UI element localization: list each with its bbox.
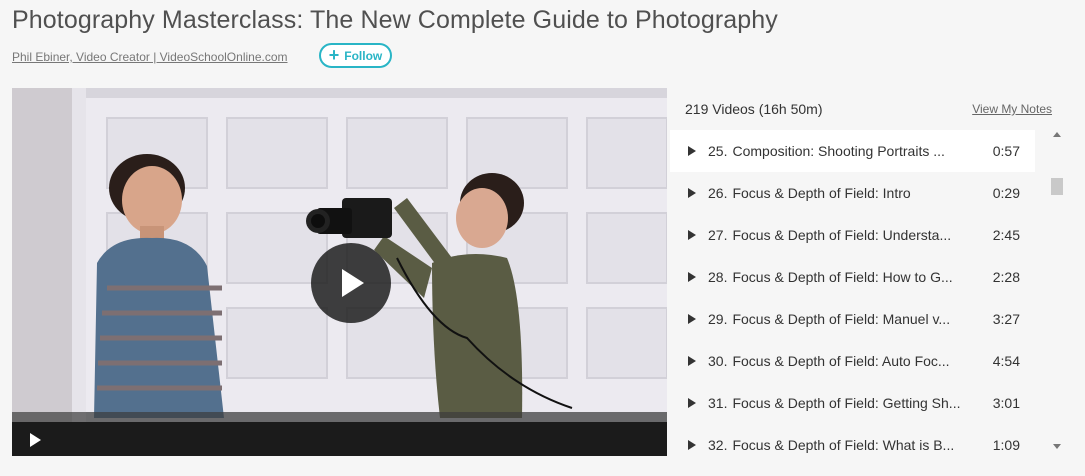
play-button-icon[interactable] xyxy=(30,433,41,447)
item-number: 29. xyxy=(708,311,728,327)
play-triangle-icon xyxy=(688,440,696,450)
list-item[interactable]: 32. Focus & Depth of Field: What is B...… xyxy=(670,424,1035,466)
item-number: 30. xyxy=(708,353,728,369)
playlist-scrollbar[interactable] xyxy=(1050,130,1064,456)
follow-button[interactable]: + Follow xyxy=(319,43,392,68)
item-duration: 2:28 xyxy=(992,269,1020,285)
play-icon[interactable] xyxy=(311,243,391,323)
progress-bar[interactable] xyxy=(12,412,667,422)
list-item[interactable]: 28. Focus & Depth of Field: How to G... … xyxy=(670,256,1035,298)
item-title: Composition: Shooting Portraits ... xyxy=(732,143,945,159)
item-title: Focus & Depth of Field: Getting Sh... xyxy=(732,395,961,411)
follow-label: Follow xyxy=(344,48,383,63)
list-item[interactable]: 26. Focus & Depth of Field: Intro 0:29 xyxy=(670,172,1035,214)
video-player[interactable] xyxy=(12,88,667,456)
item-title: Focus & Depth of Field: How to G... xyxy=(732,269,953,285)
scroll-thumb[interactable] xyxy=(1051,178,1063,195)
item-number: 26. xyxy=(708,185,728,201)
course-title: Photography Masterclass: The New Complet… xyxy=(12,6,778,34)
item-title: Focus & Depth of Field: Intro xyxy=(732,185,911,201)
player-controls xyxy=(12,422,667,456)
item-duration: 0:57 xyxy=(992,143,1020,159)
item-number: 31. xyxy=(708,395,728,411)
play-triangle-icon xyxy=(688,272,696,282)
play-triangle-icon xyxy=(688,146,696,156)
item-number: 27. xyxy=(708,227,728,243)
scroll-up-icon[interactable] xyxy=(1053,132,1061,137)
item-title: Focus & Depth of Field: Auto Foc... xyxy=(732,353,950,369)
view-notes-link[interactable]: View My Notes xyxy=(972,102,1052,116)
item-duration: 3:27 xyxy=(992,311,1020,327)
list-item[interactable]: 29. Focus & Depth of Field: Manuel v... … xyxy=(670,298,1035,340)
item-number: 28. xyxy=(708,269,728,285)
video-count: 219 Videos (16h 50m) xyxy=(685,101,823,117)
play-triangle-icon xyxy=(688,230,696,240)
playlist-panel: 219 Videos (16h 50m) View My Notes 25. C… xyxy=(667,88,1085,456)
item-title: Focus & Depth of Field: What is B... xyxy=(732,437,955,453)
list-item[interactable]: 27. Focus & Depth of Field: Understa... … xyxy=(670,214,1035,256)
item-number: 32. xyxy=(708,437,728,453)
item-number: 25. xyxy=(708,143,728,159)
play-triangle-icon xyxy=(688,356,696,366)
playlist-list: 25. Composition: Shooting Portraits ... … xyxy=(670,130,1035,466)
item-title: Focus & Depth of Field: Manuel v... xyxy=(732,311,951,327)
instructor-link[interactable]: Phil Ebiner, Video Creator | VideoSchool… xyxy=(12,50,288,64)
item-duration: 1:09 xyxy=(992,437,1020,453)
plus-icon: + xyxy=(328,44,340,65)
list-item[interactable]: 25. Composition: Shooting Portraits ... … xyxy=(670,130,1035,172)
item-duration: 3:01 xyxy=(992,395,1020,411)
list-item[interactable]: 31. Focus & Depth of Field: Getting Sh..… xyxy=(670,382,1035,424)
play-triangle-icon xyxy=(688,188,696,198)
item-title: Focus & Depth of Field: Understa... xyxy=(732,227,952,243)
play-triangle-icon xyxy=(688,398,696,408)
item-duration: 2:45 xyxy=(992,227,1020,243)
item-duration: 0:29 xyxy=(992,185,1020,201)
list-item[interactable]: 30. Focus & Depth of Field: Auto Foc... … xyxy=(670,340,1035,382)
play-triangle-icon xyxy=(688,314,696,324)
item-duration: 4:54 xyxy=(992,353,1020,369)
scroll-down-icon[interactable] xyxy=(1053,444,1061,449)
